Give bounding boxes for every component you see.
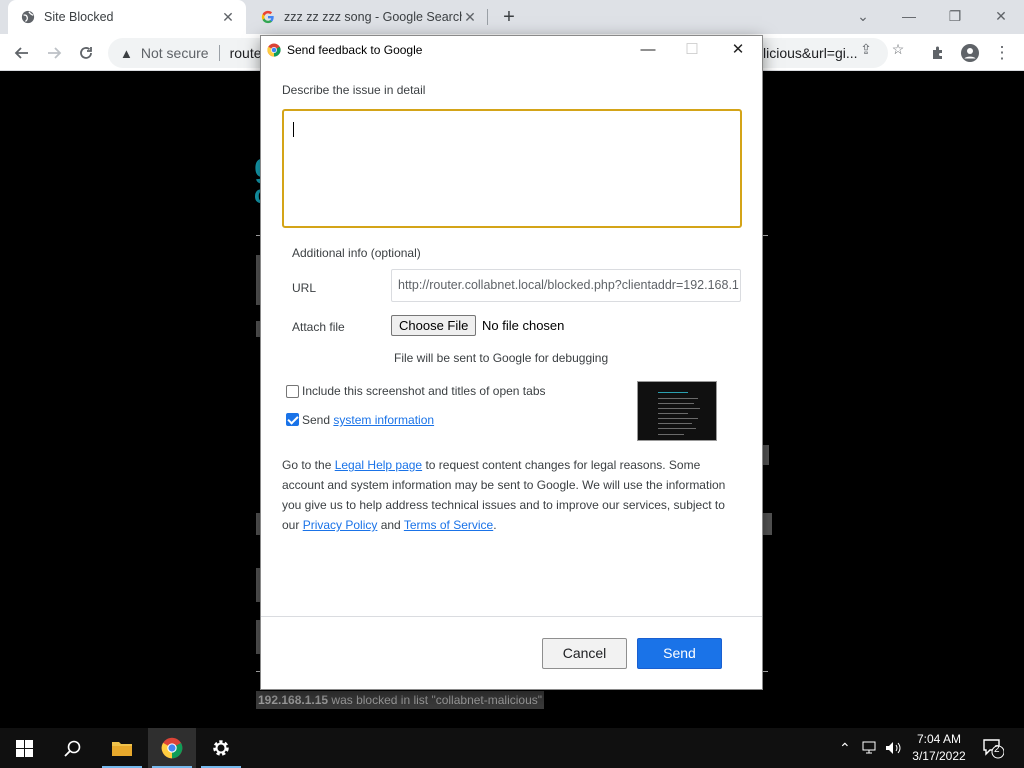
tab-site-blocked[interactable]: Site Blocked ✕ bbox=[8, 0, 246, 34]
bookmark-star-icon[interactable]: ☆ bbox=[889, 41, 907, 59]
arrow-right-icon bbox=[48, 47, 62, 59]
notification-count: 2 bbox=[994, 744, 1000, 755]
send-button[interactable]: Send bbox=[637, 638, 722, 669]
network-icon[interactable] bbox=[862, 728, 880, 768]
notification-icon bbox=[983, 739, 1005, 759]
system-info-checkbox[interactable] bbox=[286, 413, 299, 426]
share-icon[interactable]: ⇪ bbox=[857, 41, 875, 59]
warning-triangle-icon[interactable]: ▲ bbox=[120, 46, 133, 61]
restore-icon[interactable]: ❐ bbox=[941, 4, 969, 28]
attach-file-label: Attach file bbox=[292, 320, 345, 334]
choose-file-button[interactable]: Choose File bbox=[391, 315, 477, 336]
file-explorer-button[interactable] bbox=[98, 728, 146, 768]
menu-kebab-icon[interactable]: ⋮ bbox=[989, 40, 1015, 66]
terms-of-service-link[interactable]: Terms of Service bbox=[404, 518, 493, 532]
url-text-start: route bbox=[229, 45, 262, 61]
system-clock[interactable]: 7:04 AM 3/17/2022 bbox=[906, 731, 972, 765]
minimize-icon[interactable]: — bbox=[895, 4, 923, 28]
blocked-message: 192.168.1.15 was blocked in list "collab… bbox=[256, 691, 545, 709]
describe-label: Describe the issue in detail bbox=[282, 83, 426, 97]
chrome-icon bbox=[267, 43, 281, 57]
extensions-puzzle-icon[interactable] bbox=[925, 40, 951, 66]
clock-time: 7:04 AM bbox=[916, 732, 962, 746]
footer-divider bbox=[261, 616, 762, 617]
file-note: File will be sent to Google for debuggin… bbox=[394, 351, 609, 365]
screenshot-checkbox-label[interactable]: Include this screenshot and titles of op… bbox=[302, 384, 546, 398]
blocked-text: was blocked in list "collabnet-malicious… bbox=[328, 693, 543, 707]
close-tab-icon[interactable]: ✕ bbox=[462, 9, 478, 25]
system-info-prefix: Send bbox=[302, 413, 331, 427]
blocked-ip: 192.168.1.15 bbox=[258, 693, 329, 707]
back-button[interactable] bbox=[9, 40, 35, 66]
tab-title: Site Blocked bbox=[44, 10, 114, 24]
profile-avatar-icon[interactable] bbox=[957, 40, 983, 66]
divider bbox=[762, 235, 768, 236]
url-text-end: licious&url=gi... bbox=[763, 45, 858, 61]
url-input[interactable]: http://router.collabnet.local/blocked.ph… bbox=[391, 269, 741, 302]
windows-logo-icon bbox=[15, 739, 33, 757]
text-caret bbox=[293, 122, 294, 137]
globe-icon bbox=[20, 9, 36, 25]
dialog-minimize-icon[interactable]: — bbox=[637, 39, 659, 61]
gear-icon bbox=[213, 740, 229, 756]
folder-icon bbox=[112, 742, 132, 756]
divider bbox=[762, 671, 768, 672]
arrow-left-icon bbox=[14, 47, 28, 59]
legal-help-link[interactable]: Legal Help page bbox=[335, 458, 422, 472]
reload-button[interactable] bbox=[73, 40, 99, 66]
legal-notice: Go to the Legal Help page to request con… bbox=[282, 458, 726, 532]
no-file-chosen-text: No file chosen bbox=[482, 318, 565, 333]
new-tab-button[interactable]: + bbox=[498, 6, 520, 28]
feedback-dialog: Send feedback to Google — ☐ ✕ Describe t… bbox=[261, 36, 762, 689]
taskbar: ⌃ 7:04 AM 3/17/2022 2 bbox=[0, 728, 1024, 768]
start-button[interactable] bbox=[0, 728, 48, 768]
chrome-icon bbox=[161, 737, 183, 759]
clock-date: 3/17/2022 bbox=[912, 749, 966, 763]
tab-strip: Site Blocked ✕ zzz zz zzz song - Google … bbox=[0, 0, 1024, 34]
additional-info-label: Additional info (optional) bbox=[292, 246, 421, 260]
chrome-taskbar-button[interactable] bbox=[148, 728, 196, 768]
search-button[interactable] bbox=[48, 728, 96, 768]
screenshot-thumbnail[interactable] bbox=[637, 381, 717, 441]
tab-search-icon[interactable]: ⌄ bbox=[849, 4, 877, 28]
close-tab-icon[interactable]: ✕ bbox=[220, 9, 236, 25]
reload-icon bbox=[80, 47, 92, 59]
action-center-button[interactable]: 2 bbox=[982, 737, 1005, 759]
forward-button[interactable] bbox=[41, 40, 67, 66]
cancel-button[interactable]: Cancel bbox=[542, 638, 627, 669]
issue-description-textarea[interactable] bbox=[282, 109, 742, 228]
url-label: URL bbox=[292, 281, 317, 295]
google-g-icon bbox=[260, 9, 276, 25]
privacy-policy-link[interactable]: Privacy Policy bbox=[303, 518, 378, 532]
settings-taskbar-button[interactable] bbox=[197, 728, 245, 768]
security-label[interactable]: Not secure bbox=[141, 45, 209, 61]
tab-title: zzz zz zzz song - Google Search bbox=[284, 10, 462, 24]
dialog-title: Send feedback to Google bbox=[287, 43, 423, 57]
close-window-icon[interactable]: ✕ bbox=[987, 4, 1015, 28]
system-info-label: Send system information bbox=[302, 413, 434, 427]
show-hidden-icons-chevron-icon[interactable]: ⌃ bbox=[839, 728, 851, 768]
dialog-maximize-icon: ☐ bbox=[685, 41, 699, 58]
search-icon bbox=[63, 740, 80, 757]
system-information-link[interactable]: system information bbox=[333, 413, 434, 427]
tab-google-search[interactable]: zzz zz zzz song - Google Search ✕ bbox=[248, 0, 488, 34]
tab-separator bbox=[487, 9, 488, 25]
screenshot-checkbox[interactable] bbox=[286, 385, 299, 398]
volume-icon[interactable] bbox=[885, 728, 903, 768]
dialog-close-icon[interactable]: ✕ bbox=[727, 39, 749, 61]
